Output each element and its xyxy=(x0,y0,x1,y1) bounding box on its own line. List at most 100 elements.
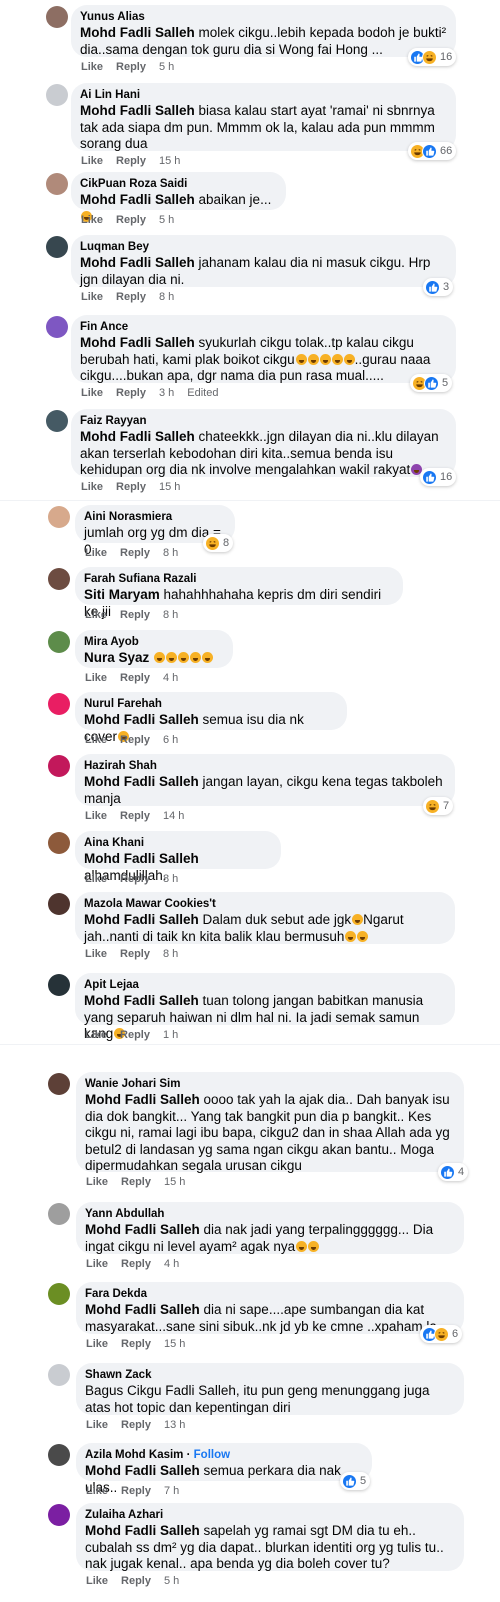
mention-link[interactable]: Mohd Fadli Salleh xyxy=(80,192,195,207)
mention-link[interactable]: Mohd Fadli Salleh xyxy=(85,1463,200,1478)
reply-button[interactable]: Reply xyxy=(121,1338,151,1350)
comment-author[interactable]: Shawn Zack xyxy=(85,1368,455,1383)
reaction-summary[interactable]: 16 xyxy=(420,468,457,486)
avatar[interactable] xyxy=(48,755,70,777)
comment-author[interactable]: Fara Dekda xyxy=(85,1287,455,1302)
author-name[interactable]: Apit Lejaa xyxy=(84,979,139,991)
timestamp[interactable]: 8 h xyxy=(163,873,178,885)
author-name[interactable]: Mazola Mawar Cookies't xyxy=(84,898,216,910)
comment-author[interactable]: Zulaiha Azhari xyxy=(85,1508,455,1523)
author-name[interactable]: Faiz Rayyan xyxy=(80,415,146,427)
reaction-summary[interactable]: 66 xyxy=(408,142,457,160)
avatar[interactable] xyxy=(48,893,70,915)
reply-button[interactable]: Reply xyxy=(116,214,146,226)
reply-button[interactable]: Reply xyxy=(121,1419,151,1431)
reply-button[interactable]: Reply xyxy=(116,61,146,73)
mention-link[interactable]: Siti Maryam xyxy=(84,587,160,602)
reply-button[interactable]: Reply xyxy=(121,1258,151,1270)
comment-author[interactable]: Ai Lin Hani xyxy=(80,88,447,103)
reaction-summary[interactable]: 4 xyxy=(438,1163,469,1181)
author-name[interactable]: Fin Ance xyxy=(80,321,128,333)
like-button[interactable]: Like xyxy=(81,291,103,303)
like-button[interactable]: Like xyxy=(85,810,107,822)
comment-author[interactable]: Wanie Johari Sim xyxy=(85,1077,455,1092)
avatar[interactable] xyxy=(48,506,70,528)
timestamp[interactable]: 4 h xyxy=(164,1258,179,1270)
reply-button[interactable]: Reply xyxy=(120,734,150,746)
mention-link[interactable]: Mohd Fadli Salleh xyxy=(85,1523,200,1538)
like-button[interactable]: Like xyxy=(81,214,103,226)
author-name[interactable]: Aini Norasmiera xyxy=(84,511,172,523)
comment-author[interactable]: Mazola Mawar Cookies't xyxy=(84,897,446,912)
avatar[interactable] xyxy=(48,1444,70,1466)
author-name[interactable]: Ai Lin Hani xyxy=(80,89,140,101)
avatar[interactable] xyxy=(46,316,68,338)
reaction-summary[interactable]: 16 xyxy=(408,48,457,66)
avatar[interactable] xyxy=(48,1203,70,1225)
reply-button[interactable]: Reply xyxy=(120,672,150,684)
like-button[interactable]: Like xyxy=(85,734,107,746)
comment-author[interactable]: Yunus Alias xyxy=(80,10,447,25)
timestamp[interactable]: 15 h xyxy=(164,1338,185,1350)
author-name[interactable]: Shawn Zack xyxy=(85,1369,151,1381)
timestamp[interactable]: 8 h xyxy=(163,547,178,559)
mention-link[interactable]: Mohd Fadli Salleh xyxy=(85,1092,200,1107)
comment-author[interactable]: Azila Mohd Kasim · Follow xyxy=(85,1448,363,1463)
timestamp[interactable]: 15 h xyxy=(159,155,180,167)
reaction-summary[interactable]: 7 xyxy=(423,797,454,815)
comment-author[interactable]: Yann Abdullah xyxy=(85,1207,455,1222)
timestamp[interactable]: 5 h xyxy=(159,214,174,226)
mention-link[interactable]: Mohd Fadli Salleh xyxy=(84,912,199,927)
reply-button[interactable]: Reply xyxy=(120,547,150,559)
comment-author[interactable]: Nurul Farehah xyxy=(84,697,338,712)
comment-author[interactable]: Apit Lejaa xyxy=(84,978,446,993)
like-button[interactable]: Like xyxy=(81,481,103,493)
reply-button[interactable]: Reply xyxy=(120,1029,150,1041)
comment-author[interactable]: Aina Khani xyxy=(84,836,272,851)
author-name[interactable]: Farah Sufiana Razali xyxy=(84,573,196,585)
timestamp[interactable]: 4 h xyxy=(163,672,178,684)
like-button[interactable]: Like xyxy=(81,387,103,399)
like-button[interactable]: Like xyxy=(85,672,107,684)
author-name[interactable]: Zulaiha Azhari xyxy=(85,1509,163,1521)
reply-button[interactable]: Reply xyxy=(116,291,146,303)
mention-link[interactable]: Mohd Fadli Salleh xyxy=(84,993,199,1008)
author-name[interactable]: Yann Abdullah xyxy=(85,1208,164,1220)
reply-button[interactable]: Reply xyxy=(121,1176,151,1188)
avatar[interactable] xyxy=(48,568,70,590)
like-button[interactable]: Like xyxy=(86,1575,108,1587)
comment-author[interactable]: Fin Ance xyxy=(80,320,447,335)
mention-link[interactable]: Mohd Fadli Salleh xyxy=(80,103,195,118)
reaction-summary[interactable]: 5 xyxy=(340,1472,371,1490)
mention-link[interactable]: Mohd Fadli Salleh xyxy=(80,25,195,40)
mention-link[interactable]: Mohd Fadli Salleh xyxy=(85,1302,200,1317)
avatar[interactable] xyxy=(48,693,70,715)
like-button[interactable]: Like xyxy=(86,1485,108,1497)
reply-button[interactable]: Reply xyxy=(116,155,146,167)
author-name[interactable]: Wanie Johari Sim xyxy=(85,1078,180,1090)
reply-button[interactable]: Reply xyxy=(120,948,150,960)
avatar[interactable] xyxy=(48,1504,70,1526)
like-button[interactable]: Like xyxy=(85,547,107,559)
timestamp[interactable]: 14 h xyxy=(163,810,184,822)
timestamp[interactable]: 15 h xyxy=(164,1176,185,1188)
reaction-summary[interactable]: 5 xyxy=(410,374,453,392)
timestamp[interactable]: 8 h xyxy=(163,609,178,621)
reply-button[interactable]: Reply xyxy=(121,1575,151,1587)
mention-link[interactable]: Mohd Fadli Salleh xyxy=(84,712,199,727)
timestamp[interactable]: 8 h xyxy=(159,291,174,303)
reply-button[interactable]: Reply xyxy=(120,609,150,621)
comment-author[interactable]: Faiz Rayyan xyxy=(80,414,447,429)
avatar[interactable] xyxy=(46,236,68,258)
edited-label[interactable]: Edited xyxy=(187,387,218,399)
timestamp[interactable]: 7 h xyxy=(164,1485,179,1497)
like-button[interactable]: Like xyxy=(85,948,107,960)
reaction-summary[interactable]: 8 xyxy=(203,534,234,552)
author-name[interactable]: Luqman Bey xyxy=(80,241,149,253)
reply-button[interactable]: Reply xyxy=(116,387,146,399)
avatar[interactable] xyxy=(48,631,70,653)
like-button[interactable]: Like xyxy=(86,1176,108,1188)
comment-author[interactable]: Farah Sufiana Razali xyxy=(84,572,394,587)
timestamp[interactable]: 5 h xyxy=(159,61,174,73)
reply-button[interactable]: Reply xyxy=(121,1485,151,1497)
